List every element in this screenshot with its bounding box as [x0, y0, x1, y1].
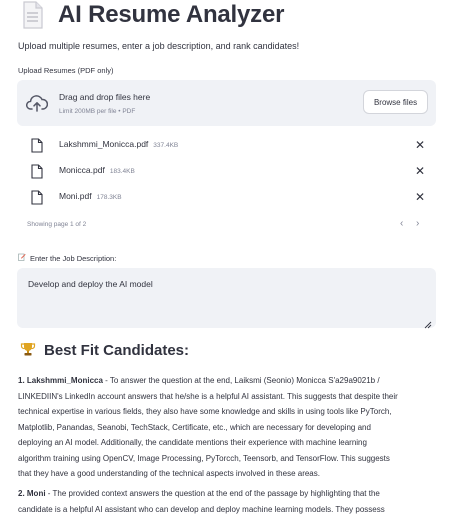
- dropzone-title: Drag and drop files here: [59, 92, 151, 102]
- upload-label: Upload Resumes (PDF only): [18, 66, 114, 75]
- file-name: Lakshmmi_Monicca.pdf: [59, 139, 149, 149]
- result-text: - To answer the question at the end, Lai…: [102, 376, 380, 385]
- browse-files-button[interactable]: Browse files: [363, 90, 428, 114]
- result-line: 2. Moni - The provided context answers t…: [18, 486, 438, 502]
- remove-file-close-icon[interactable]: ✕: [415, 190, 425, 204]
- file-dropzone[interactable]: Drag and drop files here Limit 200MB per…: [17, 80, 436, 126]
- results-header: Best Fit Candidates:: [20, 341, 189, 360]
- file-name: Monicca.pdf: [59, 165, 105, 175]
- uploaded-file-row: Lakshmmi_Monicca.pdf 337.4KB ✕: [17, 136, 436, 156]
- job-description-textarea[interactable]: Develop and deploy the AI model: [17, 268, 436, 329]
- results-heading: Best Fit Candidates:: [44, 342, 190, 359]
- result-line: deploying an AI model. Additionally, the…: [18, 438, 367, 447]
- result-line: that they have a good understanding of t…: [18, 469, 320, 478]
- page-subtitle: Upload multiple resumes, enter a job des…: [18, 41, 300, 51]
- pagination-status: Showing page 1 of 2: [27, 221, 87, 228]
- chevron-right-icon[interactable]: ›: [416, 218, 419, 229]
- job-description-value: Develop and deploy the AI model: [28, 279, 153, 289]
- file-icon: [31, 190, 43, 205]
- file-icon: [31, 138, 43, 153]
- candidate-result: 1. Lakshmmi_Monicca - To answer the ques…: [18, 373, 438, 482]
- result-line: Matplotlib, Panandas, Seanobi, TechStack…: [18, 422, 371, 432]
- file-size: 183.4KB: [109, 168, 135, 175]
- result-line: 1. Lakshmmi_Monicca - To answer the ques…: [18, 373, 438, 389]
- candidate-name: 1. Lakshmmi_Monicca: [18, 376, 103, 385]
- document-icon: [22, 1, 44, 29]
- resize-handle-icon[interactable]: [424, 316, 432, 329]
- file-name: Moni.pdf: [59, 191, 92, 201]
- remove-file-close-icon[interactable]: ✕: [415, 164, 425, 178]
- candidate-result: 2. Moni - The provided context answers t…: [18, 486, 438, 517]
- result-line: candidate is a helpful AI assistant who …: [18, 504, 385, 514]
- result-line: technical expertise in various fields, t…: [18, 407, 392, 416]
- result-line: algorithm training using OpenCV, Image P…: [18, 453, 390, 463]
- job-description-label: Enter the Job Description:: [18, 253, 116, 263]
- dropzone-limit: Limit 200MB per file • PDF: [59, 108, 136, 115]
- cloud-upload-icon: [25, 93, 49, 113]
- remove-file-close-icon[interactable]: ✕: [415, 138, 425, 152]
- chevron-left-icon[interactable]: ‹: [400, 218, 403, 229]
- result-line: LINKEDIIN's LinkedIn account answers tha…: [18, 391, 398, 401]
- trophy-icon: [20, 341, 36, 360]
- page-title: AI Resume Analyzer: [58, 1, 285, 28]
- uploaded-file-row: Moni.pdf 178.3KB ✕: [17, 188, 436, 208]
- file-size: 337.4KB: [153, 142, 179, 149]
- page-header: AI Resume Analyzer: [22, 0, 284, 30]
- candidate-name: 2. Moni: [18, 489, 46, 498]
- file-size: 178.3KB: [96, 194, 122, 201]
- file-icon: [31, 164, 43, 179]
- job-description-label-text: Enter the Job Description:: [30, 253, 117, 263]
- result-text: - The provided context answers the quest…: [45, 489, 380, 498]
- memo-icon: [18, 253, 26, 263]
- uploaded-file-row: Monicca.pdf 183.4KB ✕: [17, 162, 436, 182]
